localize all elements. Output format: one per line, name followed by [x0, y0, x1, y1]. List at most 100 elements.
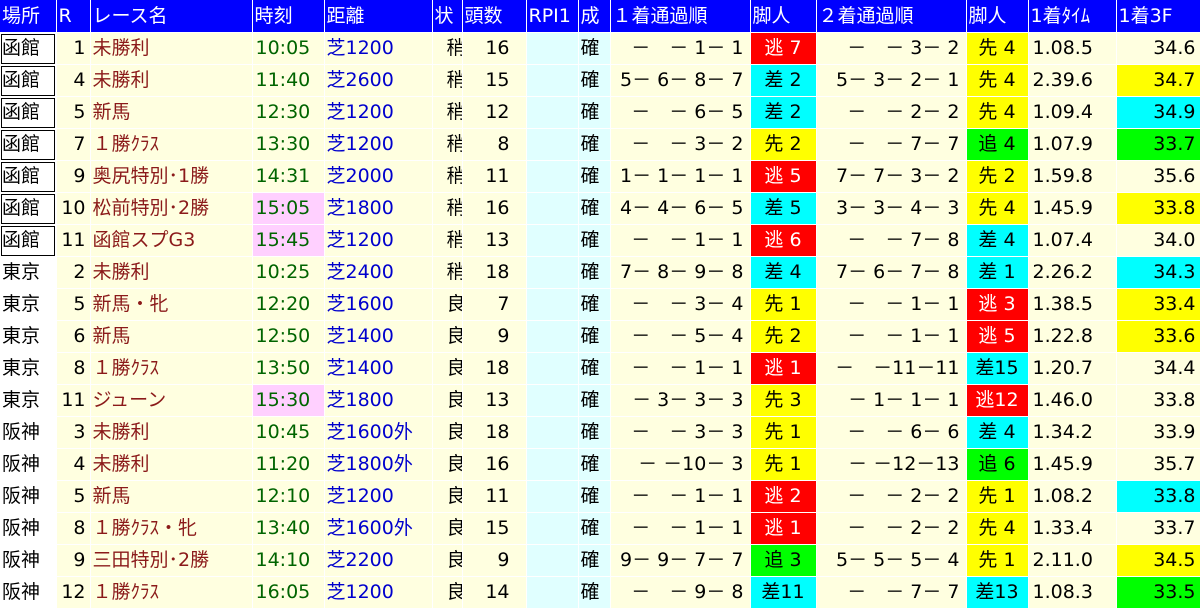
condition-cell: 稍 [432, 160, 463, 193]
win-time-cell: 1.09.4 [1028, 96, 1117, 129]
table-row[interactable]: 阪神3未勝利10:45芝1600外良18 確－ － 3－ 3先 1－ － 6－ 6… [0, 416, 1200, 449]
header-win-time[interactable]: 1着ﾀｲﾑ [1028, 0, 1117, 33]
table-row[interactable]: 阪神4未勝利11:20芝1800外良16 確－ －10－ 3先 1－ －12－13… [0, 448, 1200, 481]
distance-cell: 芝2400 [324, 256, 433, 289]
table-row[interactable]: 東京6新馬12:50芝1400良9 確－ － 5－ 4先 2－ － 1－ 1逃 5… [0, 320, 1200, 353]
style2-badge: 追 6 [966, 448, 1029, 481]
table-row[interactable]: 東京11ジューン15:30芝1800良13 確－ 3－ 3－ 3先 3－ 1－ 1… [0, 384, 1200, 417]
race-name-cell: 新馬 [90, 480, 253, 513]
race-name-cell: 新馬 [90, 320, 253, 353]
pass1-cell: 4－ 4－ 6－ 5 [610, 192, 751, 225]
header-time[interactable]: 時刻 [252, 0, 325, 33]
race-name-cell: ジューン [90, 384, 253, 417]
style2-badge: 追 4 [966, 128, 1029, 161]
race-name-cell: 未勝利 [90, 32, 253, 65]
table-row[interactable]: 阪神12１勝ｸﾗｽ16:05芝1200良14 確－ － 9－ 8差11－ － 7－… [0, 576, 1200, 609]
runners-cell: 8 [462, 128, 527, 161]
confirmed-cell: 確 [578, 288, 611, 321]
table-row[interactable]: 函館11函館スプG315:45芝1200稍13 確－ － 1－ 1逃 6－ － 7… [0, 224, 1200, 257]
style2-badge: 先 2 [966, 160, 1029, 193]
rpi-cell [526, 96, 579, 129]
pass2-cell: － 1－ 1－ 1 [816, 384, 967, 417]
win-time-cell: 1.33.4 [1028, 512, 1117, 545]
style1-badge: 逃 5 [750, 160, 817, 193]
race-name-cell: 新馬・牝 [90, 288, 253, 321]
runners-cell: 7 [462, 288, 527, 321]
condition-cell: 稍 [432, 64, 463, 97]
header-race-name[interactable]: レース名 [90, 0, 253, 33]
condition-cell: 稍 [432, 256, 463, 289]
header-style1[interactable]: 脚人 [750, 0, 817, 33]
venue-cell: 函館 [0, 64, 57, 97]
table-row[interactable]: 函館4未勝利11:40芝2600稍15 確5－ 6－ 8－ 7差 25－ 3－ 2… [0, 64, 1200, 97]
table-row[interactable]: 函館1未勝利10:05芝1200稍16 確－ － 1－ 1逃 7－ － 3－ 2先… [0, 32, 1200, 65]
table-row[interactable]: 東京5新馬・牝12:20芝1600良7 確－ － 3－ 4先 1－ － 1－ 1逃… [0, 288, 1200, 321]
runners-cell: 18 [462, 352, 527, 385]
last3f-cell: 33.8 [1116, 384, 1200, 417]
header-pass2[interactable]: ２着通過順 [816, 0, 967, 33]
last3f-cell: 33.7 [1116, 512, 1200, 545]
time-cell: 10:45 [252, 416, 325, 449]
header-pass1[interactable]: １着通過順 [610, 0, 751, 33]
time-cell: 14:10 [252, 544, 325, 577]
style1-badge: 逃 7 [750, 32, 817, 65]
header-runners[interactable]: 頭数 [462, 0, 527, 33]
table-row[interactable]: 函館9奥尻特別･1勝14:31芝2000稍11 確1－ 1－ 1－ 1逃 57－ … [0, 160, 1200, 193]
header-race-number[interactable]: R [56, 0, 91, 33]
table-row[interactable]: 東京2未勝利10:25芝2400稍18 確7－ 8－ 9－ 8差 47－ 6－ 7… [0, 256, 1200, 289]
distance-cell: 芝1600 [324, 288, 433, 321]
distance-cell: 芝1200 [324, 576, 433, 609]
race-results-table: 場所 R レース名 時刻 距離 状 頭数 RPI1 成 １着通過順 脚人 ２着通… [0, 0, 1200, 609]
pass1-cell: 5－ 6－ 8－ 7 [610, 64, 751, 97]
header-style2[interactable]: 脚人 [966, 0, 1029, 33]
style2-badge: 差15 [966, 352, 1029, 385]
runners-cell: 9 [462, 544, 527, 577]
last3f-cell: 34.3 [1116, 256, 1200, 289]
race-name-cell: １勝ｸﾗｽ [90, 128, 253, 161]
last3f-cell: 33.4 [1116, 288, 1200, 321]
rpi-cell [526, 128, 579, 161]
table-row[interactable]: 函館7１勝ｸﾗｽ13:30芝1200稍8 確－ － 3－ 2先 2－ － 7－ 7… [0, 128, 1200, 161]
time-cell: 15:45 [252, 224, 325, 257]
distance-cell: 芝1200 [324, 32, 433, 65]
table-row[interactable]: 函館10松前特別･2勝15:05芝1800稍16 確4－ 4－ 6－ 5差 53－… [0, 192, 1200, 225]
runners-cell: 16 [462, 192, 527, 225]
time-cell: 12:20 [252, 288, 325, 321]
time-cell: 11:40 [252, 64, 325, 97]
table-row[interactable]: 阪神9三田特別･2勝14:10芝2200良9確9－ 9－ 7－ 7追 35－ 5… [0, 544, 1200, 577]
last3f-cell: 34.5 [1116, 544, 1200, 577]
header-confirmed[interactable]: 成 [578, 0, 611, 33]
header-distance[interactable]: 距離 [324, 0, 433, 33]
table-row[interactable]: 函館5新馬12:30芝1200稍12 確－ － 6－ 5差 2－ － 2－ 2先 … [0, 96, 1200, 129]
header-venue[interactable]: 場所 [0, 0, 57, 33]
style2-badge: 先 4 [966, 192, 1029, 225]
venue-cell: 函館 [0, 128, 57, 161]
race-number-cell: 5 [56, 96, 91, 129]
condition-cell: 良 [432, 576, 463, 609]
win-time-cell: 1.07.9 [1028, 128, 1117, 161]
condition-cell: 稍 [432, 224, 463, 257]
time-cell: 13:40 [252, 512, 325, 545]
runners-cell: 14 [462, 576, 527, 609]
time-cell: 12:50 [252, 320, 325, 353]
table-row[interactable]: 阪神8１勝ｸﾗｽ・牝13:40芝1600外良15 確－ － 1－ 1逃 1－ － … [0, 512, 1200, 545]
race-number-cell: 11 [56, 224, 91, 257]
time-cell: 15:30 [252, 384, 325, 417]
table-row[interactable]: 阪神5新馬12:10芝1200良11 確－ － 1－ 1逃 2－ － 2－ 2先 … [0, 480, 1200, 513]
style1-badge: 先 2 [750, 128, 817, 161]
condition-cell: 良 [432, 288, 463, 321]
race-name-cell: 未勝利 [90, 416, 253, 449]
venue-cell: 東京 [0, 288, 57, 321]
race-number-cell: 6 [56, 320, 91, 353]
runners-cell: 9 [462, 320, 527, 353]
race-name-cell: 三田特別･2勝 [90, 544, 253, 577]
style1-badge: 先 3 [750, 384, 817, 417]
pass2-cell: － －12－13 [816, 448, 967, 481]
race-number-cell: 4 [56, 64, 91, 97]
header-rpi[interactable]: RPI1 [526, 0, 579, 33]
runners-cell: 15 [462, 64, 527, 97]
table-row[interactable]: 東京8１勝ｸﾗｽ13:50芝1400良18 確－ － 1－ 1逃 1－ －11－1… [0, 352, 1200, 385]
rpi-cell [526, 512, 579, 545]
header-condition[interactable]: 状 [432, 0, 463, 33]
header-last3f[interactable]: 1着3F [1116, 0, 1200, 33]
